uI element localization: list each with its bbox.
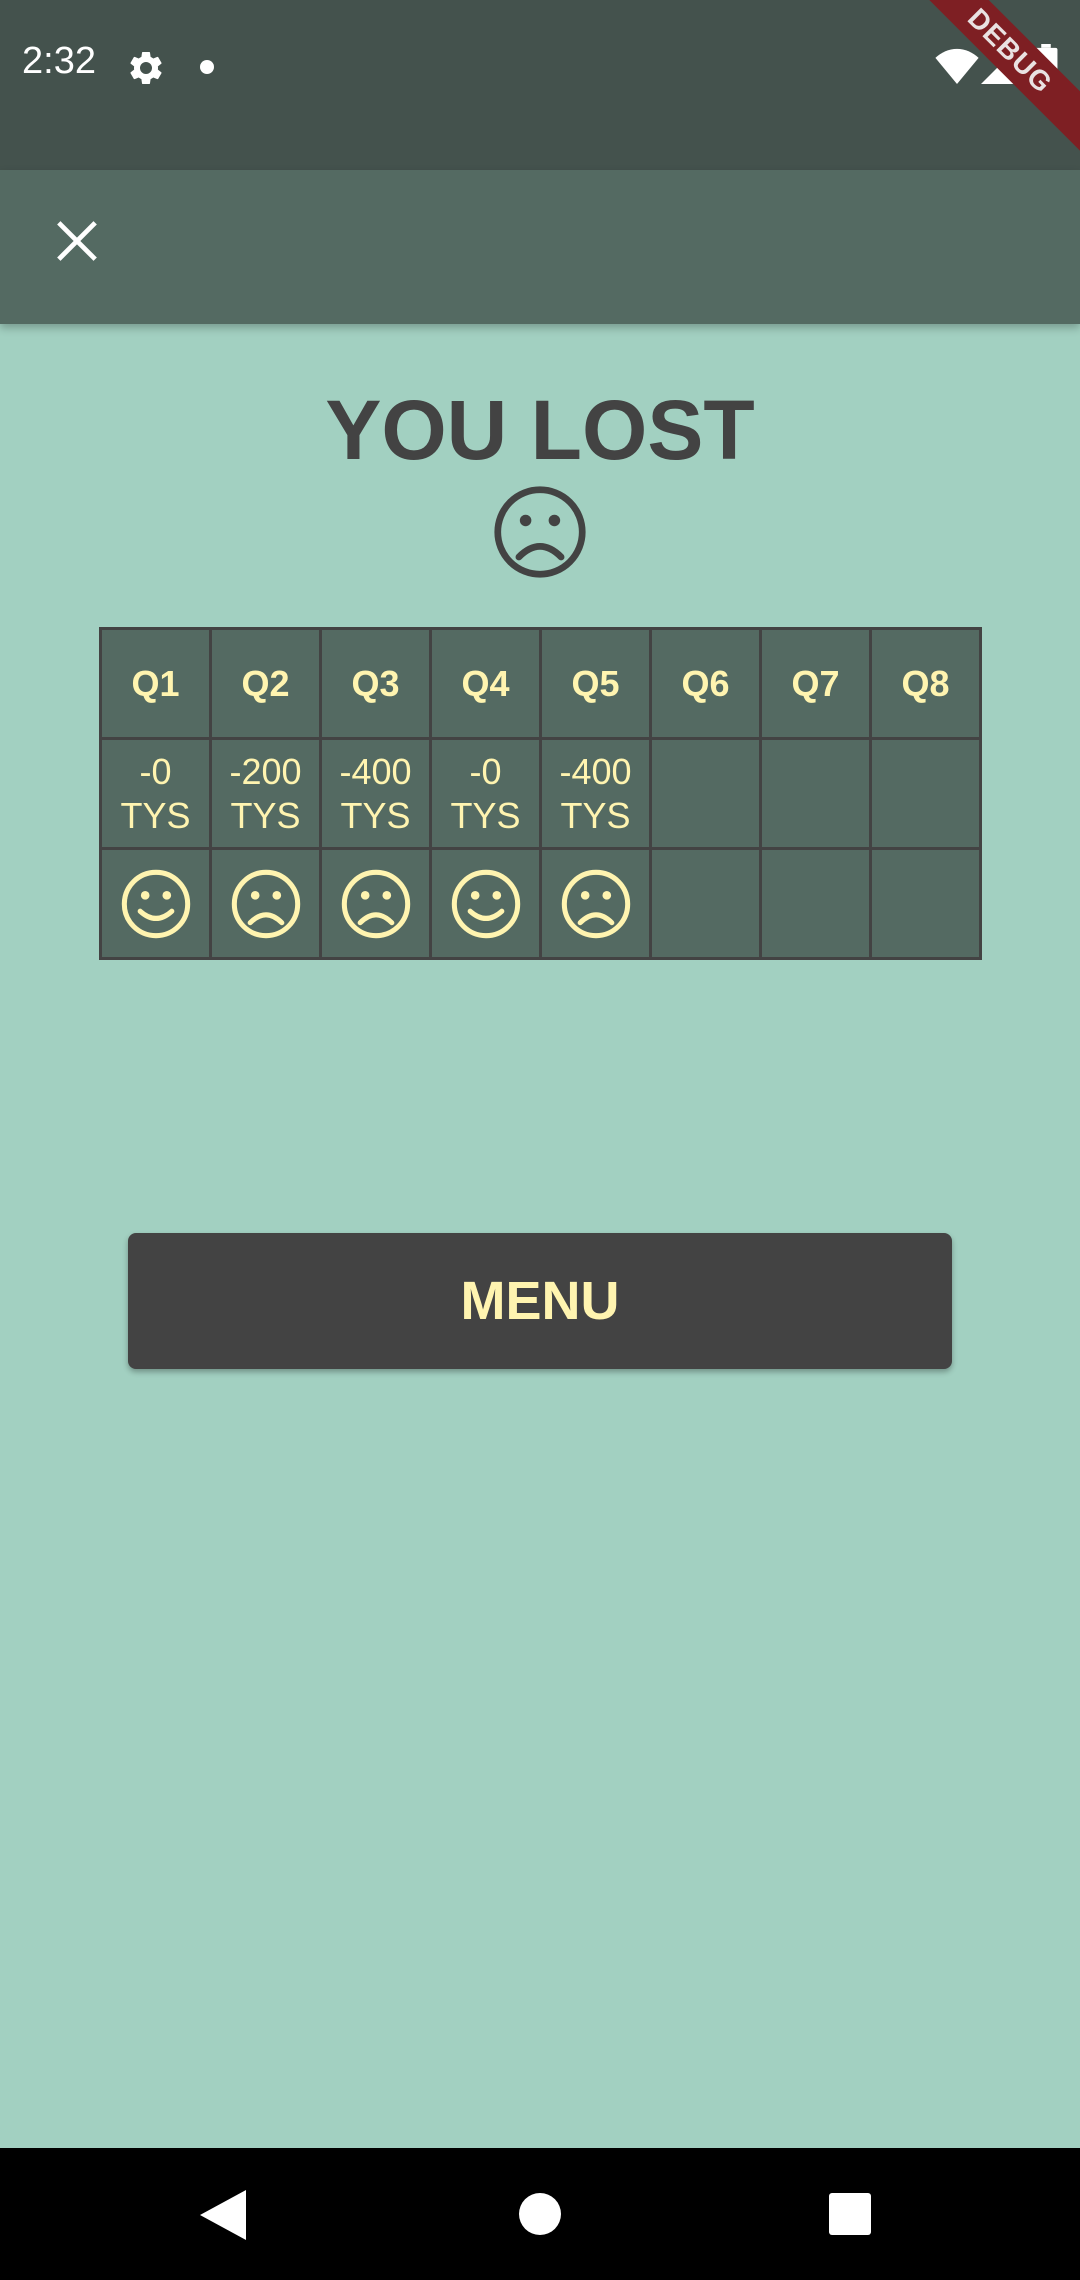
amount-value: -0 — [469, 750, 502, 792]
sad-face-icon — [494, 486, 586, 578]
amount-cell — [869, 737, 982, 850]
amount-cell — [759, 737, 872, 850]
happy-face-icon — [121, 869, 190, 938]
sad-face-icon — [231, 869, 300, 938]
back-icon[interactable] — [200, 2190, 246, 2240]
table-row-headers: Q1 Q2 Q3 Q4 Q5 Q6 Q7 Q8 — [99, 627, 982, 740]
question-header: Q4 — [429, 627, 542, 740]
question-header: Q8 — [869, 627, 982, 740]
face-cell — [539, 847, 652, 960]
question-header: Q2 — [209, 627, 322, 740]
status-time: 2:32 — [22, 40, 96, 82]
face-cell — [429, 847, 542, 960]
amount-unit: TYS — [120, 794, 191, 836]
amount-value: -400 — [339, 750, 412, 792]
sad-face-icon — [341, 869, 410, 938]
question-header: Q5 — [539, 627, 652, 740]
amount-value: -400 — [559, 750, 632, 792]
face-cell — [99, 847, 212, 960]
sad-face-icon — [561, 869, 630, 938]
amount-cell: -400 TYS — [319, 737, 432, 850]
amount-cell — [649, 737, 762, 850]
recents-icon[interactable] — [828, 2192, 872, 2236]
table-row-amounts: -0 TYS -200 TYS -400 TYS -0 TYS -400 TYS — [99, 737, 982, 850]
close-button[interactable] — [40, 204, 114, 278]
close-icon — [57, 221, 97, 261]
face-cell — [869, 847, 982, 960]
amount-value: -200 — [229, 750, 302, 792]
menu-button[interactable]: MENU — [128, 1233, 952, 1369]
happy-face-icon — [451, 869, 520, 938]
amount-unit: TYS — [230, 794, 301, 836]
score-table: Q1 Q2 Q3 Q4 Q5 Q6 Q7 Q8 -0 TYS -200 TYS -4… — [99, 627, 982, 960]
face-cell — [649, 847, 762, 960]
settings-gear-icon — [130, 51, 162, 84]
question-header: Q7 — [759, 627, 872, 740]
question-header: Q6 — [649, 627, 762, 740]
question-header: Q1 — [99, 627, 212, 740]
app-bar — [0, 170, 1080, 324]
amount-unit: TYS — [340, 794, 411, 836]
status-bar: 2:32 DEBUG — [0, 0, 1080, 170]
amount-cell: -400 TYS — [539, 737, 652, 850]
amount-cell: -200 TYS — [209, 737, 322, 850]
amount-cell: -0 TYS — [429, 737, 542, 850]
amount-cell: -0 TYS — [99, 737, 212, 850]
amount-unit: TYS — [560, 794, 631, 836]
navigation-bar — [0, 2148, 1080, 2280]
wifi-icon — [935, 48, 979, 84]
home-icon[interactable] — [518, 2192, 562, 2236]
face-cell — [759, 847, 872, 960]
table-row-faces — [99, 847, 982, 960]
face-cell — [209, 847, 322, 960]
face-cell — [319, 847, 432, 960]
result-title: YOU LOST — [325, 383, 755, 477]
question-header: Q3 — [319, 627, 432, 740]
notification-dot-icon — [200, 60, 214, 74]
amount-value: -0 — [139, 750, 172, 792]
amount-unit: TYS — [450, 794, 521, 836]
